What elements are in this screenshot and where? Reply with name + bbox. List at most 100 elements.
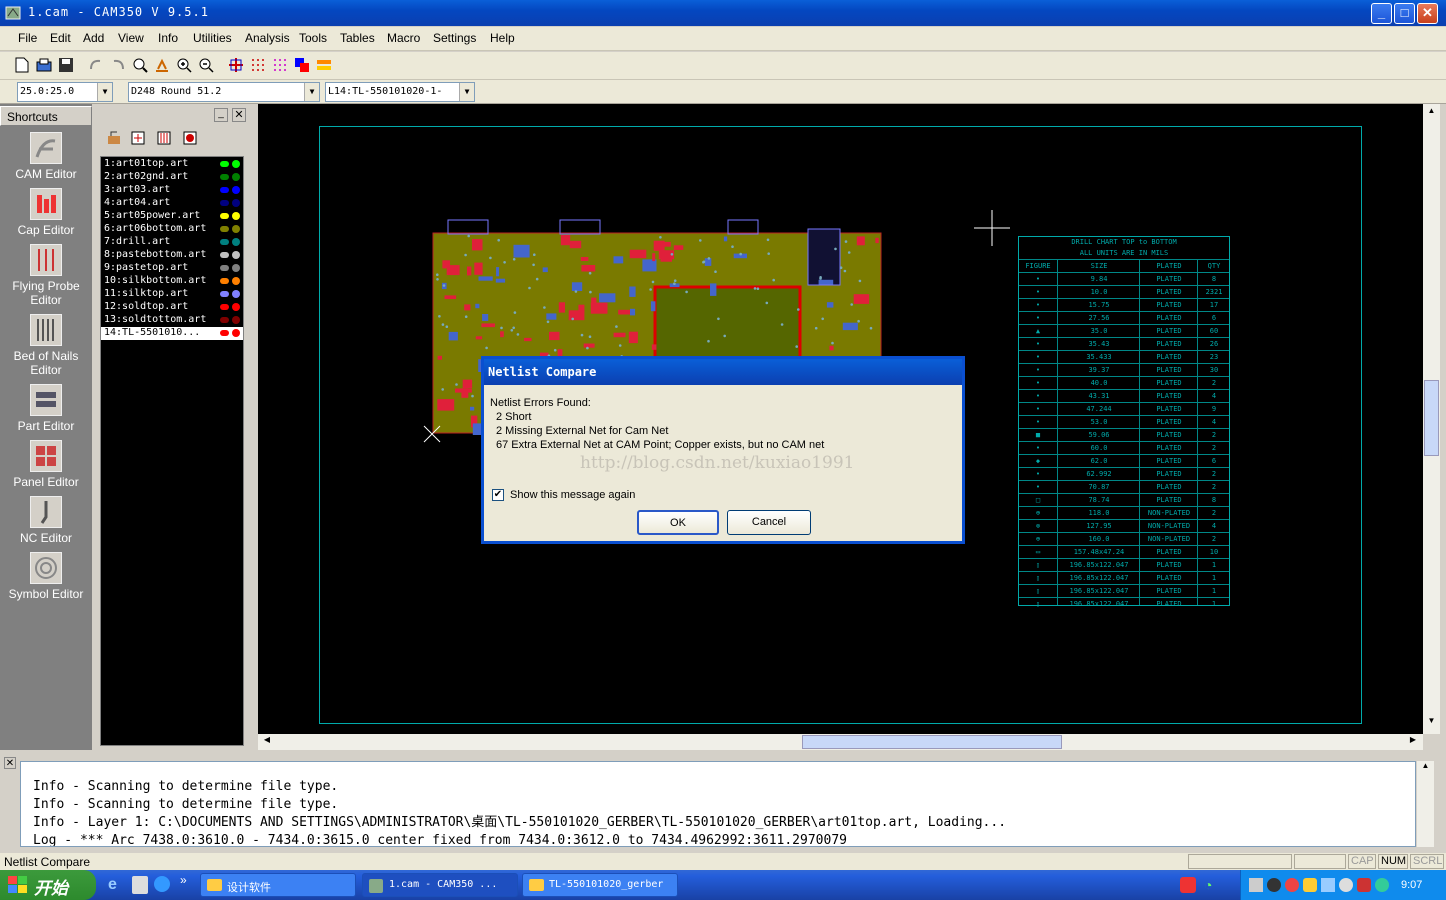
vertical-scrollbar[interactable]: ▲ ▼ <box>1423 104 1440 734</box>
layer-row[interactable]: 6:art06bottom.art <box>101 223 243 236</box>
quicklaunch-more-icon[interactable]: » <box>180 873 187 887</box>
layer-row[interactable]: 12:soldtop.art <box>101 301 243 314</box>
task-design-software[interactable]: 设计软件 <box>200 873 356 897</box>
layer-row[interactable]: 1:art01top.art <box>101 158 243 171</box>
browser-icon[interactable] <box>154 876 170 892</box>
menu-utilities[interactable]: Utilities <box>193 31 232 45</box>
layer-row[interactable]: 14:TL-5501010... <box>101 327 243 340</box>
layer-stack-icon[interactable] <box>154 128 174 148</box>
shortcut-nc-editor[interactable]: NC Editor <box>0 496 92 545</box>
scroll-up-icon[interactable]: ▲ <box>1417 761 1434 770</box>
shortcut-cap-editor[interactable]: Cap Editor <box>0 188 92 237</box>
layer-visibility-toggle[interactable] <box>232 329 240 337</box>
close-button[interactable]: ✕ <box>1417 3 1438 24</box>
layers-icon[interactable] <box>314 55 334 75</box>
shortcut-symbol-editor[interactable]: Symbol Editor <box>0 552 92 601</box>
layer-row[interactable]: 3:art03.art <box>101 184 243 197</box>
messenger-icon[interactable] <box>1303 878 1317 892</box>
horizontal-scroll-thumb[interactable] <box>802 735 1062 749</box>
qq-icon[interactable] <box>1267 878 1281 892</box>
shortcut-panel-editor[interactable]: Panel Editor <box>0 440 92 489</box>
antivirus-icon[interactable] <box>1285 878 1299 892</box>
layer-color-swatch[interactable] <box>220 265 229 271</box>
update-icon[interactable] <box>1375 878 1389 892</box>
open-file-icon[interactable] <box>34 55 54 75</box>
layer-visibility-toggle[interactable] <box>232 303 240 311</box>
layer-visibility-toggle[interactable] <box>232 225 240 233</box>
layer-visibility-toggle[interactable] <box>232 238 240 246</box>
scroll-up-icon[interactable]: ▲ <box>1424 106 1439 120</box>
new-file-icon[interactable] <box>12 55 32 75</box>
layer-row[interactable]: 11:silktop.art <box>101 288 243 301</box>
layer-visibility-toggle[interactable] <box>232 277 240 285</box>
layer-visibility-toggle[interactable] <box>232 199 240 207</box>
layer-visibility-toggle[interactable] <box>232 316 240 324</box>
scroll-left-icon[interactable]: ◀ <box>260 735 274 749</box>
undo-icon[interactable] <box>86 55 106 75</box>
grid-select[interactable]: 25.0:25.0 ▼ <box>17 82 113 102</box>
log-scrollbar[interactable]: ▲ <box>1417 761 1434 847</box>
layer-visibility-toggle[interactable] <box>232 264 240 272</box>
redo-icon[interactable] <box>108 55 128 75</box>
layer-visibility-toggle[interactable] <box>232 160 240 168</box>
menu-analysis[interactable]: Analysis <box>245 31 290 45</box>
zoom-window-icon[interactable] <box>130 55 150 75</box>
show-again-checkbox[interactable]: ✔ <box>492 489 504 501</box>
network-icon[interactable] <box>1249 878 1263 892</box>
zoom-out-icon[interactable] <box>196 55 216 75</box>
layer-row[interactable]: 7:drill.art <box>101 236 243 249</box>
layer-row[interactable]: 5:art05power.art <box>101 210 243 223</box>
layer-open-icon[interactable] <box>104 128 124 148</box>
layer-color-swatch[interactable] <box>220 291 229 297</box>
layer-color-icon[interactable] <box>180 128 200 148</box>
layer-color-swatch[interactable] <box>220 226 229 232</box>
layer-select[interactable]: L14:TL-550101020-1- ▼ <box>325 82 475 102</box>
layer-visibility-toggle[interactable] <box>232 290 240 298</box>
layer-row[interactable]: 9:pastetop.art <box>101 262 243 275</box>
cancel-button[interactable]: Cancel <box>727 510 811 535</box>
layer-visibility-toggle[interactable] <box>232 251 240 259</box>
task-cam350[interactable]: 1.cam - CAM350 ... <box>362 873 518 897</box>
maximize-button[interactable]: □ <box>1394 3 1415 24</box>
layer-row[interactable]: 2:art02gnd.art <box>101 171 243 184</box>
save-icon[interactable] <box>56 55 76 75</box>
layer-visibility-toggle[interactable] <box>232 212 240 220</box>
layer-row[interactable]: 8:pastebottom.art <box>101 249 243 262</box>
layer-color-swatch[interactable] <box>220 213 229 219</box>
shortcut-part-editor[interactable]: Part Editor <box>0 384 92 433</box>
menu-tools[interactable]: Tools <box>299 31 327 45</box>
colors-icon[interactable] <box>292 55 312 75</box>
layer-color-swatch[interactable] <box>220 161 229 167</box>
layer-color-swatch[interactable] <box>220 239 229 245</box>
layer-color-swatch[interactable] <box>220 187 229 193</box>
shortcut-flying-probe-editor[interactable]: Flying Probe Editor <box>0 244 92 307</box>
log-close-button[interactable]: ✕ <box>4 757 16 769</box>
ie-icon[interactable]: e <box>108 876 126 894</box>
menu-view[interactable]: View <box>118 31 144 45</box>
menu-edit[interactable]: Edit <box>50 31 71 45</box>
wifi-icon[interactable]: ◔ <box>1204 877 1222 893</box>
panel-close-button[interactable]: ✕ <box>232 108 246 122</box>
layer-color-swatch[interactable] <box>220 330 229 336</box>
zoom-in-icon[interactable] <box>174 55 194 75</box>
sogou-icon[interactable] <box>1180 877 1196 893</box>
scroll-right-icon[interactable]: ▶ <box>1406 735 1420 749</box>
layer-row[interactable]: 4:art04.art <box>101 197 243 210</box>
menu-info[interactable]: Info <box>158 31 178 45</box>
menu-macro[interactable]: Macro <box>387 31 420 45</box>
menu-settings[interactable]: Settings <box>433 31 476 45</box>
task-gerber-folder[interactable]: TL-550101020_gerber <box>522 873 678 897</box>
redraw-icon[interactable] <box>152 55 172 75</box>
menu-tables[interactable]: Tables <box>340 31 375 45</box>
super-grid-icon[interactable] <box>270 55 290 75</box>
dcode-select[interactable]: D248 Round 51.2 ▼ <box>128 82 320 102</box>
layer-color-swatch[interactable] <box>220 317 229 323</box>
start-button[interactable]: 开始 <box>0 870 96 900</box>
layer-row[interactable]: 10:silkbottom.art <box>101 275 243 288</box>
vertical-scroll-thumb[interactable] <box>1424 380 1439 456</box>
security-icon[interactable] <box>1357 878 1371 892</box>
layer-color-swatch[interactable] <box>220 252 229 258</box>
horizontal-scrollbar[interactable]: ◀ ▶ <box>258 734 1423 750</box>
grid-icon[interactable] <box>248 55 268 75</box>
volume-icon[interactable] <box>1339 878 1353 892</box>
